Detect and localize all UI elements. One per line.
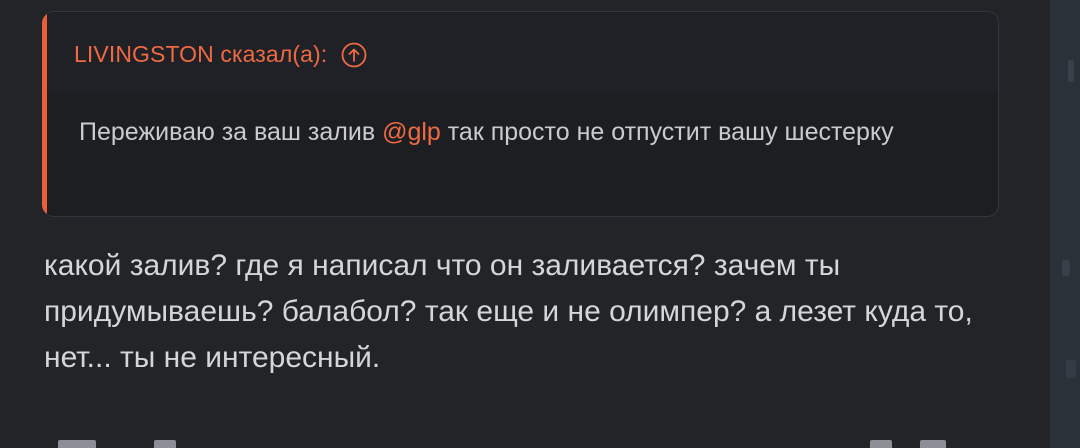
quote-text-end: так просто не отпустит вашу шестерку <box>440 118 894 146</box>
quote-text: Переживаю за ваш залив @glp так просто н… <box>79 114 979 151</box>
quote-author-label: LIVINGSTON сказал(а): <box>74 41 328 67</box>
right-background-strip <box>1050 0 1080 448</box>
quote-text-start: Переживаю за ваш залив <box>79 118 383 146</box>
arrow-up-circle-icon[interactable] <box>341 42 367 68</box>
quote-author-link[interactable]: LIVINGSTON сказал(а): <box>74 41 367 68</box>
quote-block: LIVINGSTON сказал(а): Переживаю за ваш з… <box>42 11 999 217</box>
post-container: LIVINGSTON сказал(а): Переживаю за ваш з… <box>0 0 1050 448</box>
user-mention-link[interactable]: @glp <box>382 118 441 146</box>
message-text: какой залив? где я написал что он залива… <box>44 249 973 374</box>
next-line-cutoff <box>44 436 984 448</box>
